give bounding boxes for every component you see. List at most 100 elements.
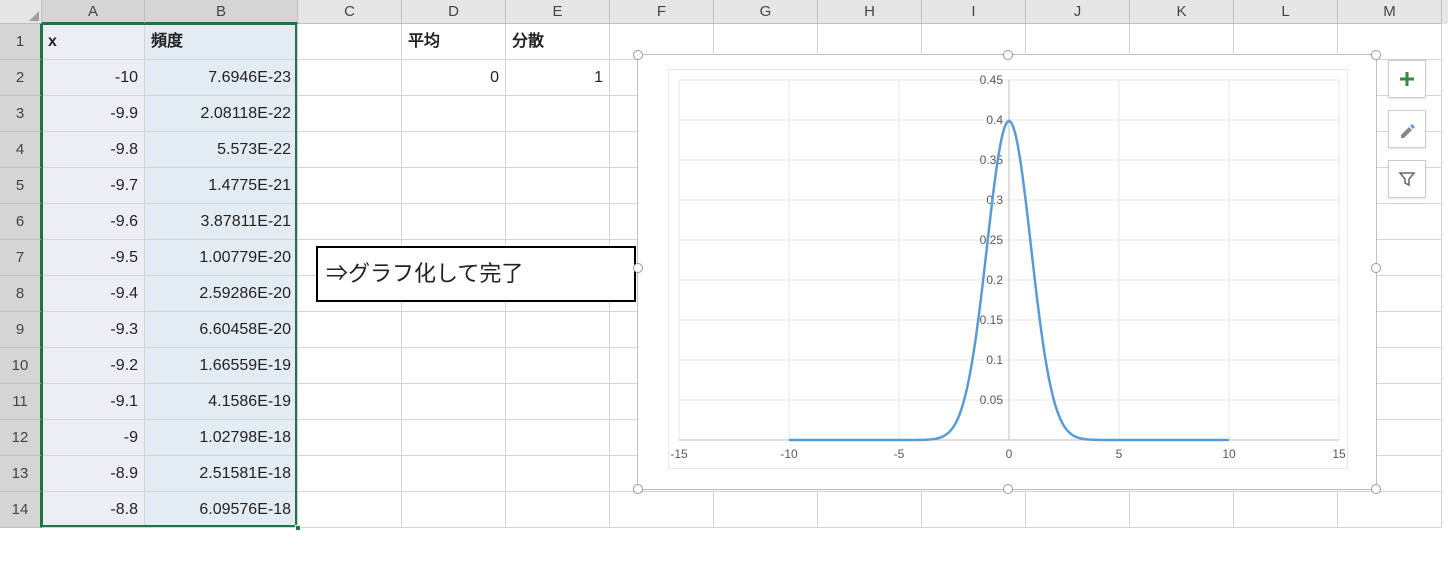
selection-fill-handle[interactable] [295,525,301,531]
row-header-1[interactable]: 1 [0,24,42,60]
cell-C11[interactable] [298,384,402,420]
cell-A9[interactable]: -9.3 [42,312,145,348]
cell-B12[interactable]: 1.02798E-18 [145,420,298,456]
cell-A2[interactable]: -10 [42,60,145,96]
column-header-E[interactable]: E [506,0,610,24]
cell-E10[interactable] [506,348,610,384]
cell-B8[interactable]: 2.59286E-20 [145,276,298,312]
cell-C1[interactable] [298,24,402,60]
row-header-3[interactable]: 3 [0,96,42,132]
cell-I14[interactable] [922,492,1026,528]
cell-J14[interactable] [1026,492,1130,528]
row-header-6[interactable]: 6 [0,204,42,240]
cell-B6[interactable]: 3.87811E-21 [145,204,298,240]
row-header-10[interactable]: 10 [0,348,42,384]
cell-D4[interactable] [402,132,506,168]
select-all-corner[interactable] [0,0,42,24]
row-header-4[interactable]: 4 [0,132,42,168]
brush-icon[interactable] [1388,110,1426,148]
cell-E2[interactable]: 1 [506,60,610,96]
cell-B1[interactable]: 頻度 [145,24,298,60]
cell-D9[interactable] [402,312,506,348]
cell-A10[interactable]: -9.2 [42,348,145,384]
cell-E11[interactable] [506,384,610,420]
cell-L14[interactable] [1234,492,1338,528]
cell-C10[interactable] [298,348,402,384]
cell-E6[interactable] [506,204,610,240]
cell-B10[interactable]: 1.66559E-19 [145,348,298,384]
column-header-H[interactable]: H [818,0,922,24]
row-header-13[interactable]: 13 [0,456,42,492]
cell-C3[interactable] [298,96,402,132]
cell-C9[interactable] [298,312,402,348]
cell-D11[interactable] [402,384,506,420]
plus-icon[interactable] [1388,60,1426,98]
cell-C14[interactable] [298,492,402,528]
cell-E3[interactable] [506,96,610,132]
cell-B4[interactable]: 5.573E-22 [145,132,298,168]
cell-B3[interactable]: 2.08118E-22 [145,96,298,132]
cell-A1[interactable]: x [42,24,145,60]
cell-A13[interactable]: -8.9 [42,456,145,492]
column-header-I[interactable]: I [922,0,1026,24]
chart-object[interactable]: 0.050.10.150.20.250.30.350.40.45-15-10-5… [637,54,1377,490]
cell-B7[interactable]: 1.00779E-20 [145,240,298,276]
row-header-8[interactable]: 8 [0,276,42,312]
cell-D3[interactable] [402,96,506,132]
column-header-M[interactable]: M [1338,0,1442,24]
cell-A8[interactable]: -9.4 [42,276,145,312]
cell-D6[interactable] [402,204,506,240]
cell-B9[interactable]: 6.60458E-20 [145,312,298,348]
cell-B11[interactable]: 4.1586E-19 [145,384,298,420]
cell-D2[interactable]: 0 [402,60,506,96]
cell-F14[interactable] [610,492,714,528]
chart-resize-handle-tl[interactable] [633,50,643,60]
cell-E1[interactable]: 分散 [506,24,610,60]
cell-A6[interactable]: -9.6 [42,204,145,240]
cell-E4[interactable] [506,132,610,168]
cell-E13[interactable] [506,456,610,492]
column-header-A[interactable]: A [42,0,145,24]
chart-resize-handle-left[interactable] [633,263,643,273]
chart-resize-handle-bl[interactable] [633,484,643,494]
row-header-2[interactable]: 2 [0,60,42,96]
row-header-9[interactable]: 9 [0,312,42,348]
cell-E12[interactable] [506,420,610,456]
row-header-5[interactable]: 5 [0,168,42,204]
cell-D10[interactable] [402,348,506,384]
cell-B14[interactable]: 6.09576E-18 [145,492,298,528]
column-header-B[interactable]: B [145,0,298,24]
cell-D1[interactable]: 平均 [402,24,506,60]
column-header-F[interactable]: F [610,0,714,24]
column-header-D[interactable]: D [402,0,506,24]
cell-A12[interactable]: -9 [42,420,145,456]
chart-resize-handle-right[interactable] [1371,263,1381,273]
column-header-G[interactable]: G [714,0,818,24]
cell-C4[interactable] [298,132,402,168]
row-header-14[interactable]: 14 [0,492,42,528]
note-textbox[interactable]: ⇒グラフ化して完了 [316,246,636,302]
cell-A7[interactable]: -9.5 [42,240,145,276]
chart-resize-handle-top[interactable] [1003,50,1013,60]
cell-D13[interactable] [402,456,506,492]
row-header-12[interactable]: 12 [0,420,42,456]
column-header-C[interactable]: C [298,0,402,24]
cell-C5[interactable] [298,168,402,204]
cell-A11[interactable]: -9.1 [42,384,145,420]
cell-A14[interactable]: -8.8 [42,492,145,528]
cell-C6[interactable] [298,204,402,240]
chart-resize-handle-tr[interactable] [1371,50,1381,60]
cell-B5[interactable]: 1.4775E-21 [145,168,298,204]
cell-C2[interactable] [298,60,402,96]
chart-resize-handle-bottom[interactable] [1003,484,1013,494]
column-header-L[interactable]: L [1234,0,1338,24]
row-header-11[interactable]: 11 [0,384,42,420]
cell-C13[interactable] [298,456,402,492]
row-header-7[interactable]: 7 [0,240,42,276]
cell-A4[interactable]: -9.8 [42,132,145,168]
cell-D14[interactable] [402,492,506,528]
cell-A5[interactable]: -9.7 [42,168,145,204]
funnel-icon[interactable] [1388,160,1426,198]
column-header-J[interactable]: J [1026,0,1130,24]
column-header-K[interactable]: K [1130,0,1234,24]
